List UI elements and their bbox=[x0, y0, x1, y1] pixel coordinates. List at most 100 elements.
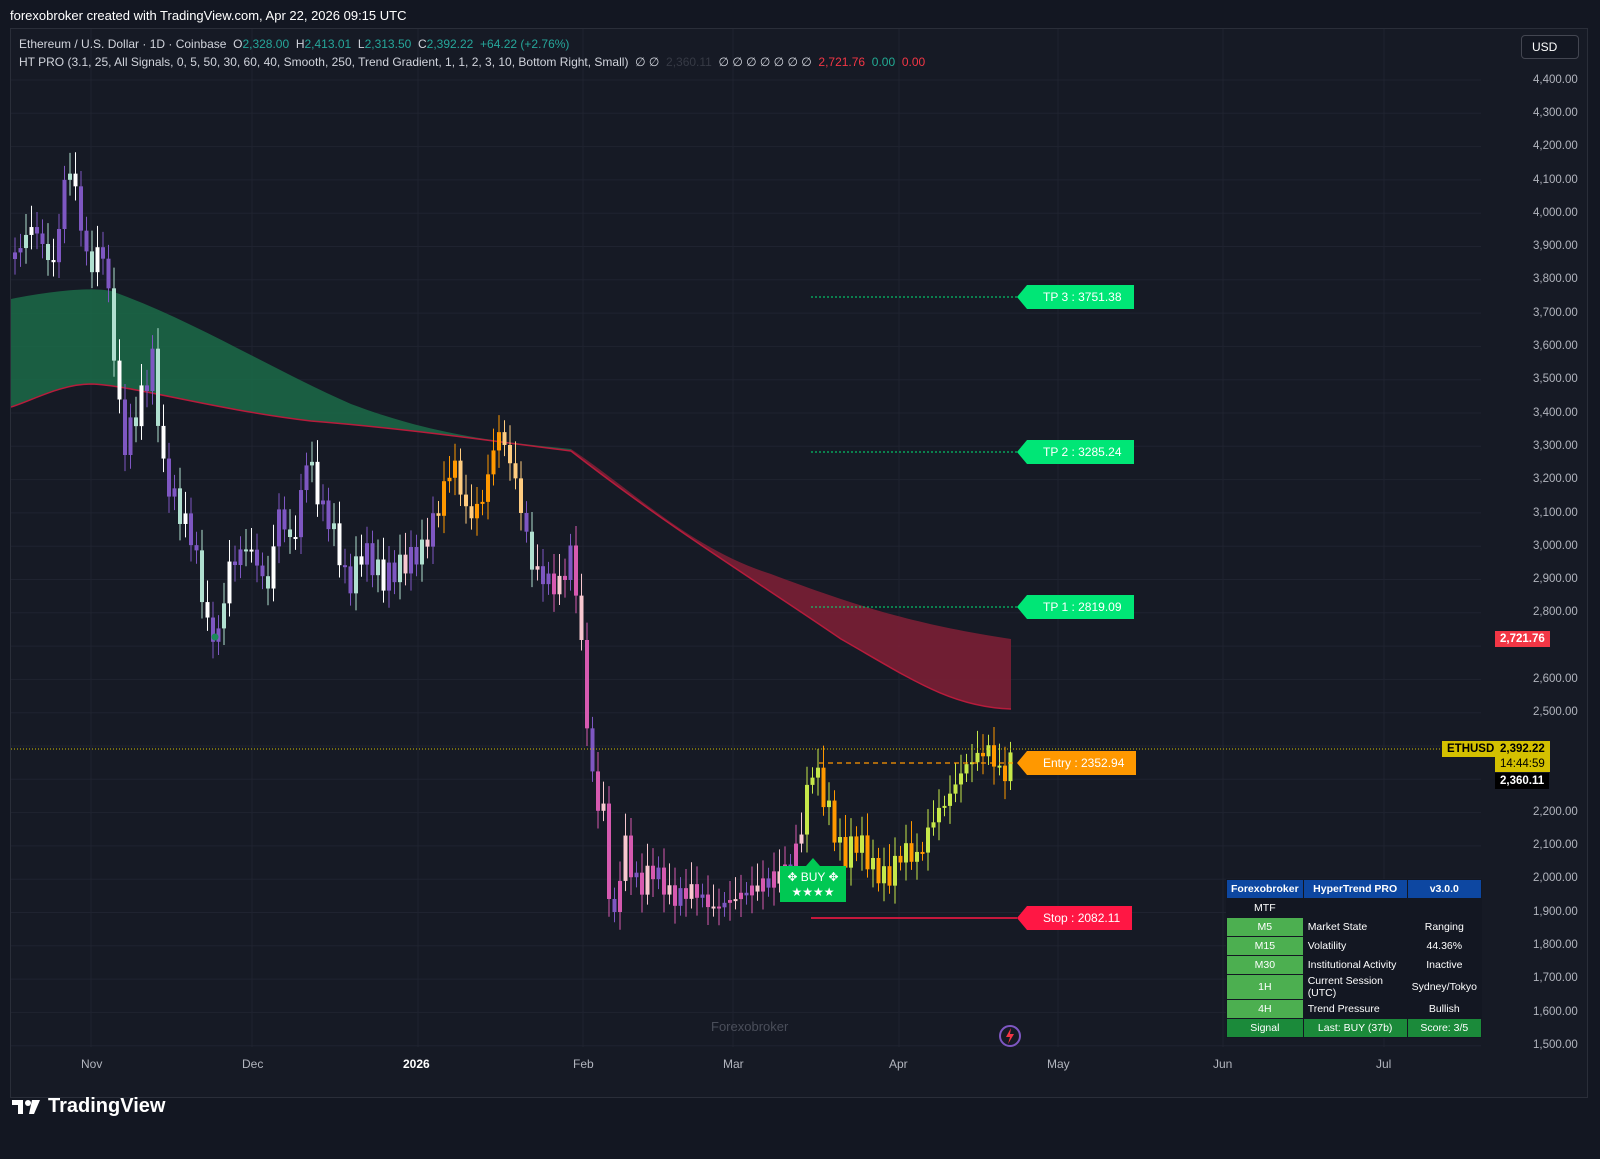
candle-body bbox=[315, 461, 320, 505]
candle-body bbox=[948, 793, 952, 806]
candle-body bbox=[904, 843, 908, 863]
symbol-tag: ETHUSD bbox=[1442, 741, 1500, 757]
candle-body bbox=[128, 417, 133, 456]
candle-body bbox=[387, 562, 391, 591]
candle-body bbox=[832, 800, 837, 843]
band-price-tag: 2,721.76 bbox=[1495, 631, 1550, 647]
y-tick: 4,000.00 bbox=[1533, 207, 1578, 219]
candle-body bbox=[139, 385, 144, 427]
last-price-tag: 2,392.22 bbox=[1495, 741, 1550, 757]
candle-body bbox=[612, 898, 617, 913]
candle-body bbox=[898, 855, 903, 863]
candle-body bbox=[431, 513, 435, 547]
y-tick: 4,200.00 bbox=[1533, 140, 1578, 152]
candle-body bbox=[29, 227, 34, 235]
candle-body bbox=[310, 461, 314, 466]
candle-body bbox=[414, 547, 419, 565]
candle-body bbox=[876, 858, 881, 884]
y-tick: 1,900.00 bbox=[1533, 906, 1578, 918]
candle-body bbox=[299, 490, 303, 538]
candle-body bbox=[629, 835, 633, 878]
candle-body bbox=[953, 784, 958, 794]
candle-body bbox=[667, 885, 672, 895]
candle-body bbox=[563, 575, 567, 580]
candle-body bbox=[172, 488, 177, 497]
y-tick: 1,500.00 bbox=[1533, 1039, 1578, 1051]
candle-body bbox=[750, 885, 754, 896]
candle-body bbox=[222, 603, 226, 629]
candle-body bbox=[849, 836, 853, 868]
candle-body bbox=[150, 348, 155, 391]
candle-body bbox=[68, 173, 72, 180]
candle-body bbox=[90, 251, 94, 273]
candle-body bbox=[167, 458, 171, 497]
candle-body bbox=[508, 444, 512, 464]
candle-body bbox=[887, 866, 892, 886]
candle-body bbox=[519, 478, 523, 513]
candle-body bbox=[398, 554, 402, 583]
candle-body bbox=[244, 549, 248, 552]
candle-body bbox=[304, 465, 309, 491]
candle-body bbox=[678, 888, 683, 906]
candle-body bbox=[728, 900, 732, 903]
candle-body bbox=[871, 858, 875, 870]
candle-body bbox=[123, 399, 127, 456]
y-tick: 3,000.00 bbox=[1533, 540, 1578, 552]
candle-body bbox=[337, 523, 342, 566]
candle-body bbox=[321, 500, 325, 505]
candle-body bbox=[106, 258, 111, 289]
low-value: 2,313.50 bbox=[364, 37, 412, 51]
candle-body bbox=[865, 835, 870, 870]
y-tick: 2,100.00 bbox=[1533, 839, 1578, 851]
open-value: 2,328.00 bbox=[242, 37, 290, 51]
tradingview-logo[interactable]: TradingView bbox=[12, 1095, 165, 1118]
candle-body bbox=[194, 545, 199, 551]
x-tick: Mar bbox=[723, 1057, 744, 1071]
candle-body bbox=[541, 566, 545, 585]
candle-body bbox=[288, 529, 292, 538]
candle-body bbox=[959, 773, 963, 785]
candle-body bbox=[480, 501, 485, 504]
candle-body bbox=[18, 248, 23, 253]
candle-body bbox=[937, 807, 941, 823]
candle-body bbox=[134, 417, 138, 427]
bar-countdown: 14:44:59 bbox=[1495, 756, 1550, 772]
buy-signal-badge[interactable]: ✥ BUY ✥ ★★★★ bbox=[780, 858, 846, 902]
candle-body bbox=[486, 474, 490, 502]
candle-body bbox=[1003, 765, 1007, 782]
candle-body bbox=[365, 543, 369, 565]
candle-body bbox=[370, 543, 375, 576]
y-tick: 3,100.00 bbox=[1533, 507, 1578, 519]
candle-body bbox=[403, 554, 408, 574]
indicator-legend[interactable]: HT PRO (3.1, 25, All Signals, 0, 5, 50, … bbox=[19, 55, 925, 69]
y-tick: 3,700.00 bbox=[1533, 307, 1578, 319]
candle-body bbox=[46, 243, 50, 261]
candle-body bbox=[975, 752, 980, 763]
candle-body bbox=[920, 851, 925, 854]
high-value: 2,413.01 bbox=[304, 37, 352, 51]
chart-pane[interactable]: Ethereum / U.S. Dollar · 1D · Coinbase O… bbox=[10, 28, 1588, 1098]
candle-body bbox=[425, 539, 430, 547]
candle-body bbox=[893, 855, 897, 886]
y-tick: 2,600.00 bbox=[1533, 673, 1578, 685]
symbol-legend[interactable]: Ethereum / U.S. Dollar · 1D · Coinbase O… bbox=[19, 37, 569, 51]
candle-body bbox=[761, 878, 765, 892]
candle-body bbox=[860, 835, 864, 853]
candle-body bbox=[62, 179, 67, 229]
candle-body bbox=[574, 545, 578, 596]
y-tick: 3,200.00 bbox=[1533, 473, 1578, 485]
currency-button[interactable]: USD bbox=[1521, 35, 1579, 59]
candle-body bbox=[266, 576, 270, 589]
candle-body bbox=[843, 837, 848, 868]
candle-body bbox=[909, 843, 914, 862]
candle-body bbox=[618, 880, 622, 913]
candle-body bbox=[590, 728, 595, 772]
candle-body bbox=[821, 767, 826, 808]
candle-body bbox=[535, 566, 540, 570]
candle-body bbox=[601, 803, 606, 811]
x-tick: Dec bbox=[242, 1057, 264, 1071]
candle-body bbox=[513, 463, 518, 479]
candle-body bbox=[255, 549, 259, 566]
candle-body bbox=[420, 539, 424, 565]
candle-body bbox=[79, 186, 83, 231]
